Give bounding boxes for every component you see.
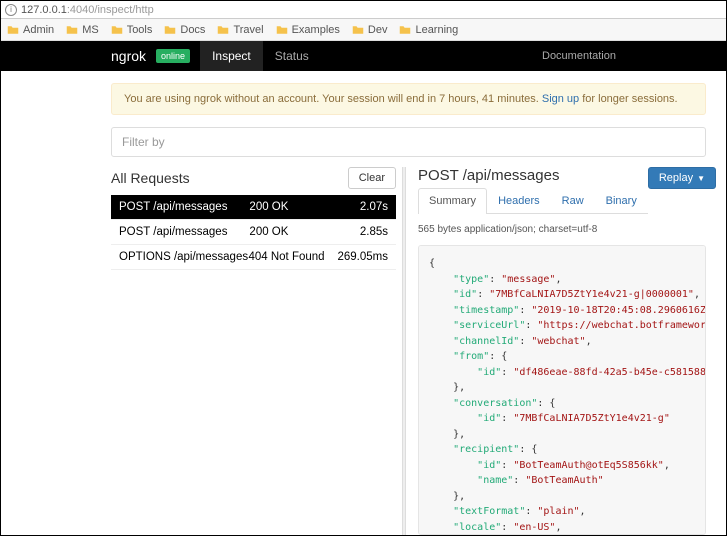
bookmark-docs[interactable]: Docs xyxy=(164,24,205,36)
filter-input[interactable]: Filter by xyxy=(111,127,706,157)
tab-binary[interactable]: Binary xyxy=(595,188,648,213)
tab-raw[interactable]: Raw xyxy=(551,188,595,213)
bookmark-examples[interactable]: Examples xyxy=(276,24,340,36)
bookmark-dev[interactable]: Dev xyxy=(352,24,388,36)
session-alert: You are using ngrok without an account. … xyxy=(111,83,706,115)
bookmark-travel[interactable]: Travel xyxy=(217,24,263,36)
response-body: { "type": "message", "id": "7MBfCaLNIA7D… xyxy=(418,245,706,535)
replay-button[interactable]: Replay▼ xyxy=(648,167,716,189)
request-row[interactable]: POST /api/messages200 OK2.07s xyxy=(111,195,396,220)
detail-title: POST /api/messages xyxy=(418,167,648,184)
response-meta: 565 bytes application/json; charset=utf-… xyxy=(418,224,706,235)
nav-status[interactable]: Status xyxy=(263,41,321,71)
request-row[interactable]: OPTIONS /api/messages404 Not Found269.05… xyxy=(111,245,396,270)
split-handle[interactable] xyxy=(402,167,406,535)
tab-summary[interactable]: Summary xyxy=(418,188,487,214)
nav-inspect[interactable]: Inspect xyxy=(200,41,263,71)
tab-headers[interactable]: Headers xyxy=(487,188,551,213)
bookmark-admin[interactable]: Admin xyxy=(7,24,54,36)
requests-title: All Requests xyxy=(111,170,190,186)
bookmark-tools[interactable]: Tools xyxy=(111,24,153,36)
site-info-icon[interactable]: i xyxy=(5,4,17,16)
status-badge: online xyxy=(156,49,190,63)
signup-link[interactable]: Sign up xyxy=(542,93,579,105)
documentation-link[interactable]: Documentation xyxy=(542,50,616,62)
clear-button[interactable]: Clear xyxy=(348,167,396,189)
brand: ngrok xyxy=(111,48,146,64)
chevron-down-icon: ▼ xyxy=(697,174,705,183)
bookmark-learning[interactable]: Learning xyxy=(399,24,458,36)
address-url: 127.0.0.1:4040/inspect/http xyxy=(21,4,154,16)
request-row[interactable]: POST /api/messages200 OK2.85s xyxy=(111,220,396,245)
bookmark-ms[interactable]: MS xyxy=(66,24,99,36)
